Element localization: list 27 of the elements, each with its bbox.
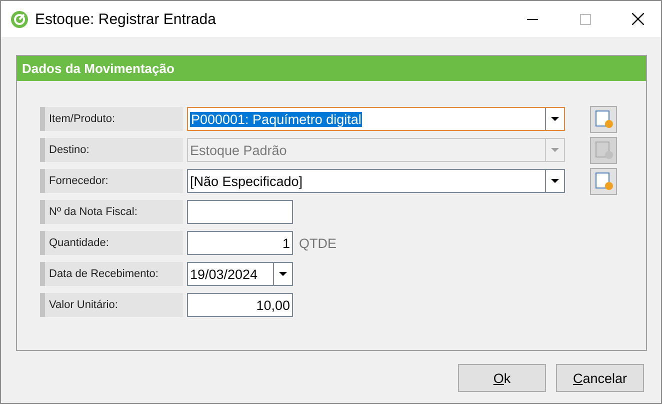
ok-button[interactable]: Ok (458, 364, 546, 392)
field-label: Fornecedor: (40, 169, 183, 193)
minimize-icon[interactable] (526, 18, 538, 20)
input-field[interactable]: 1 (187, 231, 293, 255)
caret-icon (551, 117, 559, 121)
close-icon[interactable] (632, 13, 644, 25)
field-label: Data de Recebimento: (40, 262, 183, 286)
field-label: Quantidade: (40, 231, 183, 255)
add-record-button[interactable] (590, 168, 617, 194)
caret-icon (279, 272, 287, 276)
date-field[interactable]: 19/03/2024 (187, 262, 293, 286)
window-title: Estoque: Registrar Entrada (35, 10, 217, 28)
field-label: Destino: (40, 138, 183, 162)
cancel-button[interactable]: Cancelar (556, 364, 644, 392)
field-label: Nº da Nota Fiscal: (40, 200, 183, 224)
caret-icon (551, 179, 559, 183)
add-record-button[interactable] (590, 106, 617, 132)
dropdown-field[interactable]: [Não Especificado] (187, 169, 565, 193)
caret-icon (551, 148, 559, 152)
group-title: Dados da Movimentação (17, 56, 646, 81)
field-label: Item/Produto: (40, 107, 183, 131)
dropdown-field[interactable]: P000001: Paquímetro digital (187, 107, 565, 131)
input-field[interactable] (187, 200, 293, 224)
app-logo-icon (11, 10, 28, 28)
unit-label: QTDE (299, 236, 337, 250)
input-field[interactable]: 10,00 (187, 293, 293, 317)
field-label: Valor Unitário: (40, 293, 183, 317)
